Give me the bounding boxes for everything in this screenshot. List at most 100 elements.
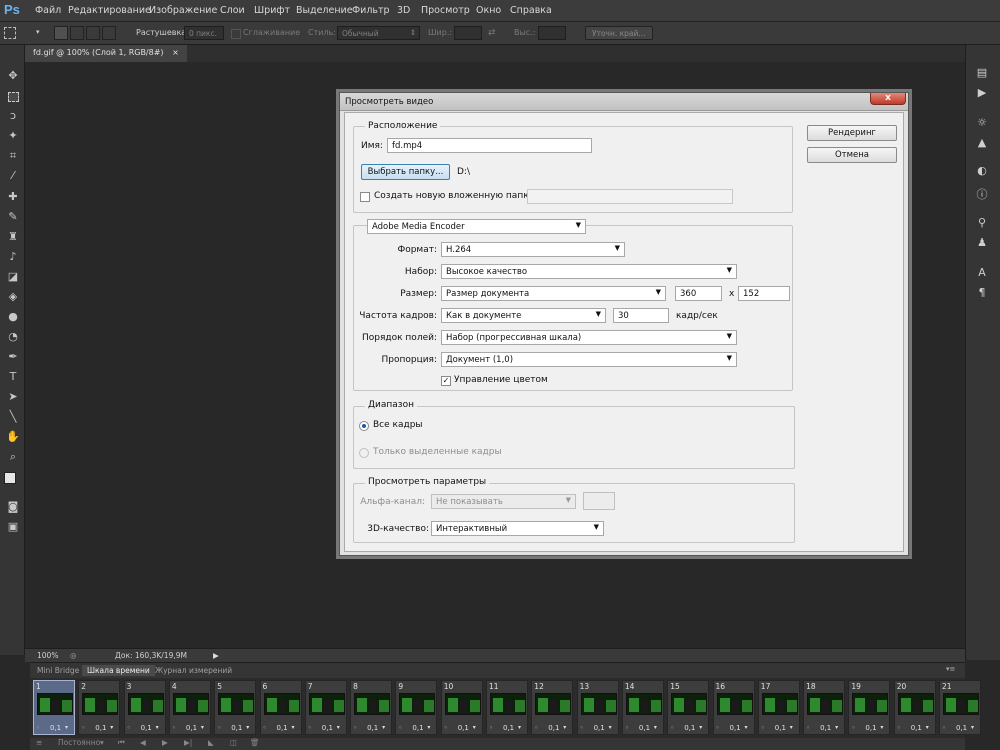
dialog-close-button[interactable]: x (870, 93, 906, 105)
screen-mode-icon[interactable]: ▣ (5, 520, 21, 534)
frame-disposal-icon[interactable]: ◦ (580, 724, 584, 732)
tab-measurement-log[interactable]: Журнал измерений (150, 665, 237, 676)
menu-type[interactable]: Шрифт (254, 5, 290, 16)
frame-delay[interactable]: 0,1 (50, 724, 61, 732)
frame-delay[interactable]: 0,1 (412, 724, 423, 732)
color-management-checkbox[interactable]: ✓ (441, 376, 451, 386)
timeline-frame[interactable]: 10 ◦ 0,1 ▾ (440, 680, 483, 735)
brush-presets-icon[interactable]: ⚲ (972, 215, 992, 231)
frame-delay[interactable]: 0,1 (503, 724, 514, 732)
timeline-frame[interactable]: 19 ◦ 0,1 ▾ (848, 680, 891, 735)
timeline-frame[interactable]: 15 ◦ 0,1 ▾ (667, 680, 710, 735)
timeline-frame[interactable]: 21 ◦ 0,1 ▾ (939, 680, 981, 735)
marquee-preset-icon[interactable] (4, 27, 16, 39)
move-tool-icon[interactable]: ✥ (5, 69, 21, 83)
close-tab-icon[interactable]: × (172, 48, 179, 57)
frame-delay[interactable]: 0,1 (141, 724, 152, 732)
tab-mini-bridge[interactable]: Mini Bridge (32, 665, 84, 676)
frame-delay[interactable]: 0,1 (322, 724, 333, 732)
frame-delay[interactable]: 0,1 (956, 724, 967, 732)
3d-quality-select[interactable]: Интерактивный ▼ (431, 521, 604, 536)
zoom-tool-icon[interactable]: ⌕ (5, 450, 21, 464)
frame-disposal-icon[interactable]: ◦ (217, 724, 221, 732)
previous-frame-icon[interactable]: ◀ (140, 738, 146, 747)
menu-image[interactable]: Изображение (149, 5, 217, 16)
frame-disposal-icon[interactable]: ◦ (81, 724, 85, 732)
play-icon[interactable]: ▶ (162, 738, 168, 747)
status-info-icon[interactable]: ◎ (70, 651, 77, 660)
menu-window[interactable]: Окно (476, 5, 501, 16)
frame-disposal-icon[interactable]: ◦ (353, 724, 357, 732)
dodge-tool-icon[interactable]: ◔ (5, 330, 21, 344)
choose-folder-button[interactable]: Выбрать папку... (361, 164, 450, 180)
paragraph-icon[interactable]: ¶ (972, 285, 992, 301)
info-icon[interactable]: ⓘ (972, 187, 992, 203)
foreground-color-swatch[interactable] (4, 472, 16, 484)
frame-delay[interactable]: 0,1 (458, 724, 469, 732)
history-brush-tool-icon[interactable]: ♪ (5, 250, 21, 264)
frame-disposal-icon[interactable]: ◦ (806, 724, 810, 732)
new-selection-icon[interactable] (54, 26, 68, 40)
menu-layers[interactable]: Слои (220, 5, 245, 16)
magic-wand-tool-icon[interactable]: ✦ (5, 129, 21, 143)
menu-3d[interactable]: 3D (397, 5, 410, 16)
frame-rate-input[interactable]: 30 (613, 308, 669, 323)
tween-icon[interactable]: ◣ (208, 738, 214, 747)
intersect-selection-icon[interactable] (102, 26, 116, 40)
timeline-frame[interactable]: 16 ◦ 0,1 ▾ (712, 680, 755, 735)
antialias-checkbox[interactable] (231, 29, 241, 39)
timeline-frame[interactable]: 12 ◦ 0,1 ▾ (531, 680, 574, 735)
delete-frame-icon[interactable]: 🗑 (250, 738, 260, 747)
clone-source-icon[interactable]: ♟ (972, 235, 992, 251)
next-frame-icon[interactable]: ▶| (184, 738, 192, 747)
frame-delay[interactable]: 0,1 (277, 724, 288, 732)
menu-edit[interactable]: Редактирование (68, 5, 151, 16)
panel-menu-icon[interactable]: ▾≡ (946, 665, 955, 673)
line-tool-icon[interactable]: ╲ (5, 410, 21, 424)
encoder-select[interactable]: Adobe Media Encoder ▼ (367, 219, 586, 234)
preset-dropdown-arrow-icon[interactable]: ▾ (36, 28, 40, 36)
timeline-frame[interactable]: 9 ◦ 0,1 ▾ (395, 680, 438, 735)
size-select[interactable]: Размер документа ▼ (441, 286, 666, 301)
frame-delay[interactable]: 0,1 (231, 724, 242, 732)
frame-delay[interactable]: 0,1 (865, 724, 876, 732)
frame-disposal-icon[interactable]: ◦ (36, 724, 40, 732)
frame-delay[interactable]: 0,1 (730, 724, 741, 732)
hand-tool-icon[interactable]: ✋ (5, 430, 21, 444)
frame-delay[interactable]: 0,1 (639, 724, 650, 732)
status-menu-arrow-icon[interactable]: ▶ (213, 651, 219, 660)
timeline-frame[interactable]: 18 ◦ 0,1 ▾ (803, 680, 846, 735)
healing-brush-tool-icon[interactable]: ✚ (5, 190, 21, 204)
brush-tool-icon[interactable]: ✎ (5, 210, 21, 224)
frame-rate-select[interactable]: Как в документе ▼ (441, 308, 606, 323)
properties-icon[interactable]: ◐ (972, 163, 992, 179)
frame-disposal-icon[interactable]: ◦ (308, 724, 312, 732)
timeline-frame[interactable]: 1 ◦ 0,1 ▾ (33, 680, 75, 735)
duplicate-frame-icon[interactable]: ◫ (230, 738, 237, 747)
frame-disposal-icon[interactable]: ◦ (625, 724, 629, 732)
create-subfolder-checkbox[interactable] (360, 192, 370, 202)
frame-delay[interactable]: 0,1 (548, 724, 559, 732)
first-frame-icon[interactable]: ⏮ (118, 738, 125, 748)
menu-select[interactable]: Выделение (296, 5, 353, 16)
zoom-level[interactable]: 100% (37, 651, 58, 660)
style-select[interactable]: Обычный ⇕ (337, 26, 420, 40)
timeline-frame[interactable]: 11 ◦ 0,1 ▾ (486, 680, 528, 735)
timeline-frame[interactable]: 3 ◦ 0,1 ▾ (123, 680, 166, 735)
timeline-frame[interactable]: 17 ◦ 0,1 ▾ (757, 680, 800, 735)
histogram-icon[interactable]: ▲ (972, 135, 992, 151)
frame-delay[interactable]: 0,1 (367, 724, 378, 732)
menu-filter[interactable]: Фильтр (352, 5, 390, 16)
swap-icon[interactable]: ⇄ (488, 28, 496, 38)
frame-disposal-icon[interactable]: ◦ (263, 724, 267, 732)
frame-delay[interactable]: 0,1 (95, 724, 106, 732)
menu-file[interactable]: Файл (35, 5, 61, 16)
frame-delay[interactable]: 0,1 (820, 724, 831, 732)
name-input[interactable]: fd.mp4 (387, 138, 592, 153)
frame-disposal-icon[interactable]: ◦ (670, 724, 674, 732)
frame-delay[interactable]: 0,1 (684, 724, 695, 732)
timeline-frame[interactable]: 7 ◦ 0,1 ▾ (304, 680, 347, 735)
timeline-frame[interactable]: 4 ◦ 0,1 ▾ (168, 680, 211, 735)
actions-play-icon[interactable]: ▶ (972, 85, 992, 101)
frame-disposal-icon[interactable]: ◦ (761, 724, 765, 732)
